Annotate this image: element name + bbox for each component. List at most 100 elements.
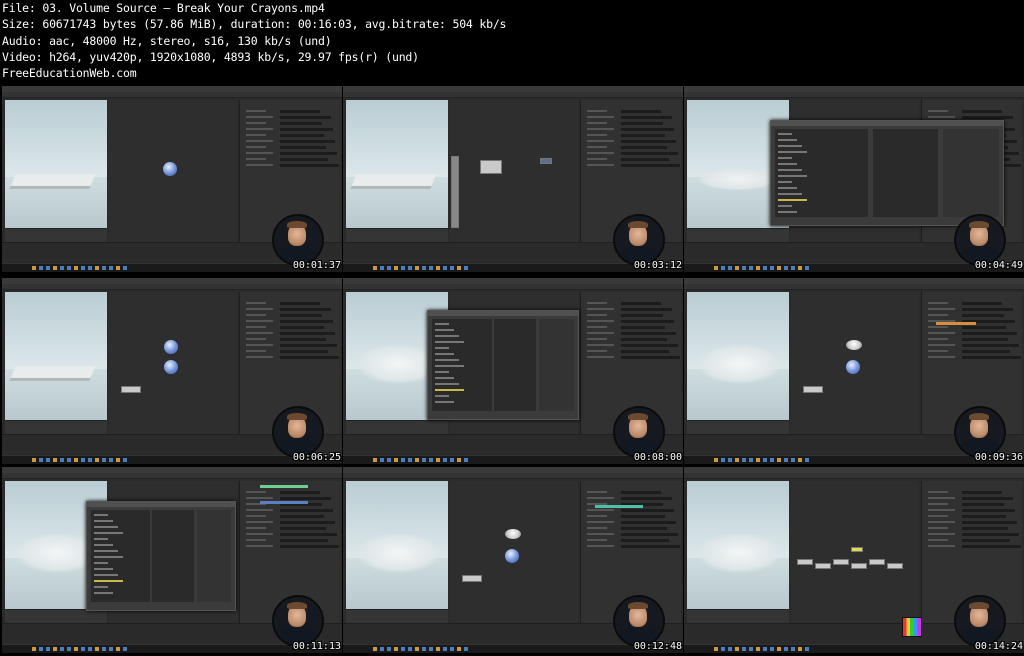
taskbar-app-icon[interactable] xyxy=(770,266,774,270)
parameter-field[interactable] xyxy=(962,116,1013,119)
parameter-field[interactable] xyxy=(280,344,337,347)
parameter-field[interactable] xyxy=(962,509,1015,512)
tree-item[interactable] xyxy=(94,538,108,540)
parameter-field[interactable] xyxy=(621,308,672,311)
parameter-field[interactable] xyxy=(621,146,667,149)
parameter-field[interactable] xyxy=(962,539,1010,542)
parameter-field[interactable] xyxy=(280,533,337,536)
taskbar-app-icon[interactable] xyxy=(67,647,71,651)
tree-item[interactable] xyxy=(94,580,123,582)
parameter-field[interactable] xyxy=(280,110,320,113)
tree-item[interactable] xyxy=(94,532,123,534)
taskbar-app-icon[interactable] xyxy=(67,266,71,270)
tree-item[interactable] xyxy=(435,323,449,325)
tree-item[interactable] xyxy=(435,353,454,355)
taskbar-app-icon[interactable] xyxy=(784,647,788,651)
parameter-field[interactable] xyxy=(280,509,333,512)
taskbar-app-icon[interactable] xyxy=(777,647,781,651)
taskbar-app-icon[interactable] xyxy=(763,266,767,270)
parameter-field[interactable] xyxy=(621,302,661,305)
parameter-field[interactable] xyxy=(280,308,331,311)
tree-item[interactable] xyxy=(435,335,459,337)
taskbar-app-icon[interactable] xyxy=(109,266,113,270)
network-node[interactable] xyxy=(797,559,813,565)
taskbar-app-icon[interactable] xyxy=(401,458,405,462)
parameter-field[interactable] xyxy=(962,527,1008,530)
green-ramp[interactable] xyxy=(260,485,308,488)
taskbar-app-icon[interactable] xyxy=(387,647,391,651)
taskbar-app-icon[interactable] xyxy=(109,458,113,462)
tree-item[interactable] xyxy=(778,193,802,195)
tree-item[interactable] xyxy=(94,568,113,570)
parameter-field[interactable] xyxy=(962,302,1002,305)
taskbar-app-icon[interactable] xyxy=(429,647,433,651)
taskbar-app-icon[interactable] xyxy=(394,458,398,462)
parameter-field[interactable] xyxy=(280,527,326,530)
parameter-field[interactable] xyxy=(280,152,337,155)
parameter-field[interactable] xyxy=(621,320,674,323)
taskbar-app-icon[interactable] xyxy=(742,647,746,651)
taskbar-app-icon[interactable] xyxy=(380,266,384,270)
taskbar-app-icon[interactable] xyxy=(749,266,753,270)
volume-source-node[interactable] xyxy=(846,360,860,374)
parameter-field[interactable] xyxy=(621,533,678,536)
parameter-field[interactable] xyxy=(962,503,1004,506)
taskbar-app-icon[interactable] xyxy=(443,647,447,651)
parameter-field[interactable] xyxy=(280,491,320,494)
parameter-field[interactable] xyxy=(280,497,331,500)
taskbar-app-icon[interactable] xyxy=(102,458,106,462)
taskbar-app-icon[interactable] xyxy=(415,647,419,651)
taskbar-app-icon[interactable] xyxy=(735,458,739,462)
taskbar-app-icon[interactable] xyxy=(721,647,725,651)
taskbar-app-icon[interactable] xyxy=(394,266,398,270)
tree-item[interactable] xyxy=(94,556,123,558)
parameter-field[interactable] xyxy=(621,152,678,155)
parameter-field[interactable] xyxy=(962,497,1013,500)
taskbar-app-icon[interactable] xyxy=(735,647,739,651)
parameter-field[interactable] xyxy=(621,356,680,359)
parameter-field[interactable] xyxy=(962,314,1004,317)
taskbar-app-icon[interactable] xyxy=(721,266,725,270)
volume-source-node[interactable] xyxy=(505,549,519,563)
parameter-field[interactable] xyxy=(962,332,1017,335)
parameter-field[interactable] xyxy=(621,509,674,512)
parameter-field[interactable] xyxy=(962,350,1010,353)
taskbar-app-icon[interactable] xyxy=(46,647,50,651)
taskbar-app-icon[interactable] xyxy=(95,647,99,651)
parameter-field[interactable] xyxy=(280,122,322,125)
tree-item[interactable] xyxy=(778,133,792,135)
parameter-field[interactable] xyxy=(621,110,661,113)
taskbar-app-icon[interactable] xyxy=(436,647,440,651)
parameter-field[interactable] xyxy=(621,521,676,524)
taskbar-app-icon[interactable] xyxy=(763,458,767,462)
taskbar-app-icon[interactable] xyxy=(728,458,732,462)
tree-item[interactable] xyxy=(778,175,807,177)
tree-item[interactable] xyxy=(435,347,449,349)
taskbar-app-icon[interactable] xyxy=(436,266,440,270)
taskbar-app-icon[interactable] xyxy=(784,458,788,462)
tree-item[interactable] xyxy=(435,389,464,391)
taskbar-app-icon[interactable] xyxy=(116,266,120,270)
taskbar-app-icon[interactable] xyxy=(32,647,36,651)
taskbar-app-icon[interactable] xyxy=(123,458,127,462)
cloud-node[interactable] xyxy=(505,529,521,539)
tree-item[interactable] xyxy=(778,199,807,201)
parameter-field[interactable] xyxy=(280,332,335,335)
taskbar-app-icon[interactable] xyxy=(53,266,57,270)
taskbar-app-icon[interactable] xyxy=(408,647,412,651)
parameter-field[interactable] xyxy=(962,491,1002,494)
taskbar-app-icon[interactable] xyxy=(791,266,795,270)
taskbar-app-icon[interactable] xyxy=(81,458,85,462)
taskbar-app-icon[interactable] xyxy=(777,266,781,270)
taskbar-app-icon[interactable] xyxy=(373,266,377,270)
parameter-field[interactable] xyxy=(962,344,1019,347)
taskbar-app-icon[interactable] xyxy=(464,458,468,462)
taskbar-app-icon[interactable] xyxy=(742,266,746,270)
taskbar-app-icon[interactable] xyxy=(749,458,753,462)
taskbar-app-icon[interactable] xyxy=(88,266,92,270)
tree-item[interactable] xyxy=(94,574,118,576)
tree-item[interactable] xyxy=(778,139,797,141)
tree-item[interactable] xyxy=(778,211,797,213)
taskbar-app-icon[interactable] xyxy=(373,458,377,462)
teal-ramp[interactable] xyxy=(595,505,643,508)
